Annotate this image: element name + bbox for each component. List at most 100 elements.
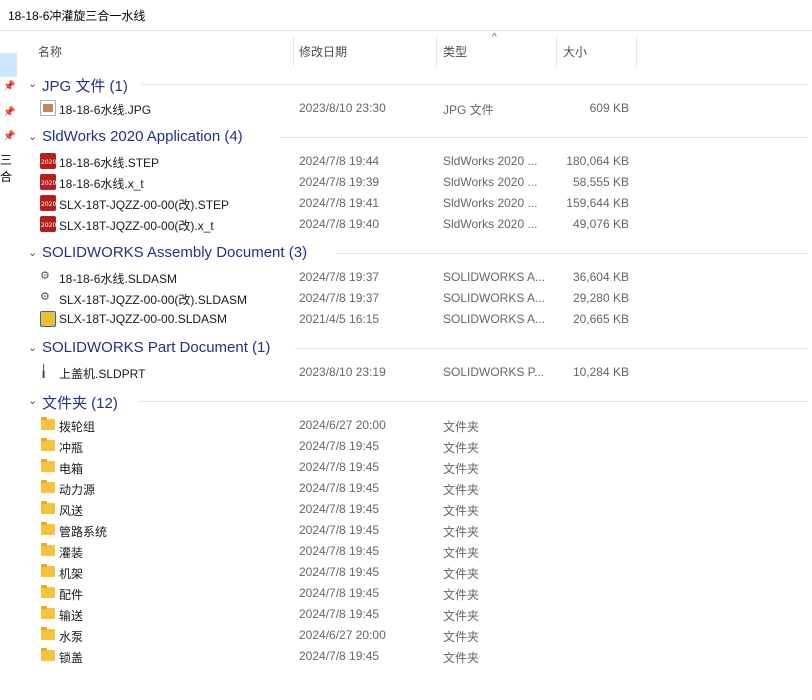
file-date: 2024/7/8 19:45 (299, 460, 380, 474)
group-title[interactable]: SldWorks 2020 Application (4) (42, 128, 243, 145)
file-row[interactable]: 2020 18-18-6水线.STEP 2024/7/8 19:44 SldWorks… (30, 150, 812, 171)
file-row[interactable]: 冲瓶 2024/7/8 19:45 文件夹 (30, 435, 812, 456)
column-divider[interactable] (436, 36, 437, 66)
file-row[interactable]: 输送 2024/7/8 19:45 文件夹 (30, 603, 812, 624)
chevron-down-icon[interactable]: ⌄ (28, 130, 37, 143)
file-date: 2023/8/10 23:19 (299, 365, 386, 379)
chevron-down-icon[interactable]: ⌄ (28, 246, 37, 259)
pin-icon[interactable]: 📌 (3, 107, 15, 119)
group-title[interactable]: JPG 文件 (1) (42, 75, 128, 96)
nav-item-label[interactable]: 三合 (0, 151, 18, 185)
file-type: 文件夹 (443, 525, 480, 539)
file-type: SldWorks 2020 ... (443, 217, 538, 231)
file-type: SldWorks 2020 ... (443, 196, 538, 210)
part-icon: ╽ (40, 364, 48, 378)
file-row[interactable]: ⚙ SLX-18T-JQZZ-00-00(改).SLDASM 2024/7/8 19… (30, 287, 812, 308)
column-divider[interactable] (293, 36, 294, 66)
file-date: 2024/7/8 19:45 (299, 649, 380, 663)
file-name: 机架 (59, 567, 84, 581)
file-date: 2024/6/27 20:00 (299, 418, 386, 432)
folder-icon (41, 417, 55, 430)
file-row[interactable]: 电箱 2024/7/8 19:45 文件夹 (30, 456, 812, 477)
file-type: 文件夹 (443, 483, 480, 497)
pin-icon[interactable]: 📌 (3, 131, 15, 143)
column-divider[interactable] (556, 36, 557, 66)
group-title[interactable]: 文件夹 (12) (42, 392, 118, 413)
column-divider[interactable] (636, 36, 637, 66)
group-header[interactable]: ⌄ SldWorks 2020 Application (4) (28, 125, 812, 149)
file-type: 文件夹 (443, 630, 480, 644)
file-date: 2024/7/8 19:40 (299, 217, 380, 231)
file-type: 文件夹 (443, 546, 480, 560)
folder-icon (41, 648, 55, 661)
file-row[interactable]: SLX-18T-JQZZ-00-00.SLDASM 2021/4/5 16:15 S… (30, 308, 812, 329)
file-name: 灌装 (59, 546, 84, 560)
file-type: 文件夹 (443, 462, 480, 476)
file-date: 2024/7/8 19:44 (299, 154, 380, 168)
file-name: 风送 (59, 504, 84, 518)
file-name: 管路系统 (59, 525, 108, 539)
file-type: SldWorks 2020 ... (443, 154, 538, 168)
chevron-down-icon[interactable]: ⌄ (28, 394, 37, 407)
file-date: 2024/7/8 19:45 (299, 565, 380, 579)
column-header-type[interactable]: 类型 (443, 43, 467, 60)
solidworks-icon: 2020 (40, 216, 56, 232)
file-row[interactable]: 2020 18-18-6水线.x_t 2024/7/8 19:39 SldWorks … (30, 171, 812, 192)
group-title[interactable]: SOLIDWORKS Assembly Document (3) (42, 244, 307, 261)
folder-icon (41, 480, 55, 493)
folder-icon (41, 627, 55, 640)
group-header[interactable]: ⌄ JPG 文件 (1) (28, 72, 812, 96)
file-row[interactable]: 配件 2024/7/8 19:45 文件夹 (30, 582, 812, 603)
file-type: 文件夹 (443, 420, 480, 434)
group-title[interactable]: SOLIDWORKS Part Document (1) (42, 339, 270, 356)
pin-icon[interactable]: 📌 (3, 81, 15, 93)
file-type: 文件夹 (443, 588, 480, 602)
folder-icon (41, 585, 55, 598)
file-row[interactable]: 水泵 2024/6/27 20:00 文件夹 (30, 624, 812, 645)
file-row[interactable]: 管路系统 2024/7/8 19:45 文件夹 (30, 519, 812, 540)
window-title: 18-18-6冲灌旋三合一水线 (8, 9, 146, 23)
file-name: 拨轮组 (59, 420, 96, 434)
file-row[interactable]: 18-18-6水线.JPG 2023/8/10 23:30 JPG 文件 609 KB (30, 97, 812, 118)
file-name: SLX-18T-JQZZ-00-00(改).SLDASM (59, 293, 248, 307)
nav-selected-item[interactable] (0, 53, 17, 77)
file-row[interactable]: 灌装 2024/7/8 19:45 文件夹 (30, 540, 812, 561)
file-name: SLX-18T-JQZZ-00-00.SLDASM (59, 312, 228, 326)
column-header-name[interactable]: 名称 (38, 43, 62, 60)
file-row[interactable]: 机架 2024/7/8 19:45 文件夹 (30, 561, 812, 582)
file-row[interactable]: 动力源 2024/7/8 19:45 文件夹 (30, 477, 812, 498)
file-size: 29,280 KB (572, 291, 629, 305)
folder-icon (41, 438, 55, 451)
folder-icon (41, 522, 55, 535)
file-row[interactable]: 锁盖 2024/7/8 19:45 文件夹 (30, 645, 812, 666)
file-row[interactable]: 2020 SLX-18T-JQZZ-00-00(改).STEP 2024/7/8 1… (30, 192, 812, 213)
file-name: 18-18-6水线.x_t (59, 177, 144, 191)
column-header-size[interactable]: 大小 (563, 43, 587, 60)
chevron-down-icon[interactable]: ⌄ (28, 77, 37, 90)
window-titlebar: 18-18-6冲灌旋三合一水线 (0, 0, 812, 31)
file-row[interactable]: ╽ 上盖机.SLDPRT 2023/8/10 23:19 SOLIDWORKS P..… (30, 361, 812, 382)
file-size: 20,665 KB (572, 312, 629, 326)
chevron-down-icon[interactable]: ⌄ (28, 341, 37, 354)
file-type: SOLIDWORKS A... (443, 312, 546, 326)
file-type: SOLIDWORKS A... (443, 270, 546, 284)
file-date: 2023/8/10 23:30 (299, 101, 386, 115)
column-header-date[interactable]: 修改日期 (299, 43, 347, 60)
file-type: 文件夹 (443, 609, 480, 623)
group-header[interactable]: ⌄ 文件夹 (12) (28, 389, 812, 413)
file-type: SldWorks 2020 ... (443, 175, 538, 189)
file-type: 文件夹 (443, 651, 480, 665)
file-row[interactable]: 风送 2024/7/8 19:45 文件夹 (30, 498, 812, 519)
file-row[interactable]: 拨轮组 2024/6/27 20:00 文件夹 (30, 414, 812, 435)
file-row[interactable]: 2020 SLX-18T-JQZZ-00-00(改).x_t 2024/7/8 19… (30, 213, 812, 234)
file-type: 文件夹 (443, 504, 480, 518)
file-row[interactable]: ⚙ 18-18-6水线.SLDASM 2024/7/8 19:37 SOLIDWORK… (30, 266, 812, 287)
group-header[interactable]: ⌄ SOLIDWORKS Part Document (1) (28, 336, 812, 360)
group-divider (280, 137, 808, 138)
file-type: SOLIDWORKS P... (443, 365, 545, 379)
solidworks-icon: 2020 (40, 195, 56, 211)
group-header[interactable]: ⌄ SOLIDWORKS Assembly Document (3) (28, 241, 812, 265)
file-size: 180,064 KB (566, 154, 629, 168)
file-size: 36,604 KB (572, 270, 629, 284)
file-name: SLX-18T-JQZZ-00-00(改).STEP (59, 198, 230, 212)
